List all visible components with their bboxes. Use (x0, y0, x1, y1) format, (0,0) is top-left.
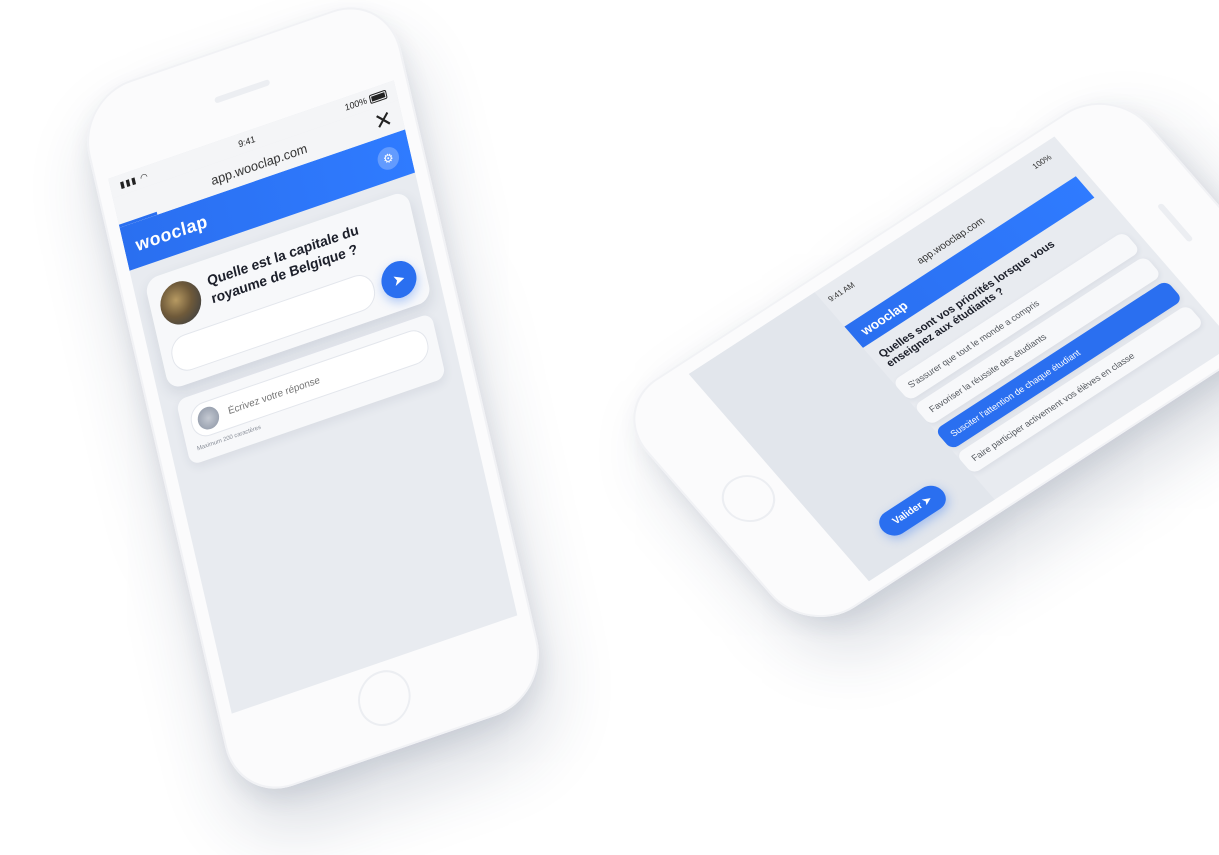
phone-speaker (1156, 202, 1194, 243)
battery-percent: 100% (343, 95, 368, 113)
phone-portrait: ▮▮▮ ◠ 9:41 100% app.wooclap.com ✕ woocla… (75, 0, 551, 805)
battery-icon (368, 89, 388, 104)
close-icon[interactable]: ✕ (372, 105, 395, 135)
user-avatar (195, 403, 222, 433)
validate-button[interactable]: Valider ➤ (873, 480, 952, 541)
send-icon: ➤ (391, 269, 407, 291)
phone-landscape: Valider ➤ 9:41 AM 100% app.wooclap.com w… (609, 82, 1219, 638)
scene: ▮▮▮ ◠ 9:41 100% app.wooclap.com ✕ woocla… (0, 0, 1219, 855)
phone-speaker (214, 78, 271, 104)
validate-label: Valider (890, 500, 926, 527)
home-button[interactable] (352, 662, 416, 734)
home-button[interactable] (710, 465, 787, 532)
question-image (156, 275, 206, 331)
gear-icon[interactable]: ⚙ (375, 144, 402, 173)
phone-screen: ▮▮▮ ◠ 9:41 100% app.wooclap.com ✕ woocla… (108, 80, 518, 714)
status-time: 9:41 (237, 133, 257, 150)
send-button[interactable]: ➤ (377, 256, 421, 304)
send-icon: ➤ (920, 494, 935, 508)
